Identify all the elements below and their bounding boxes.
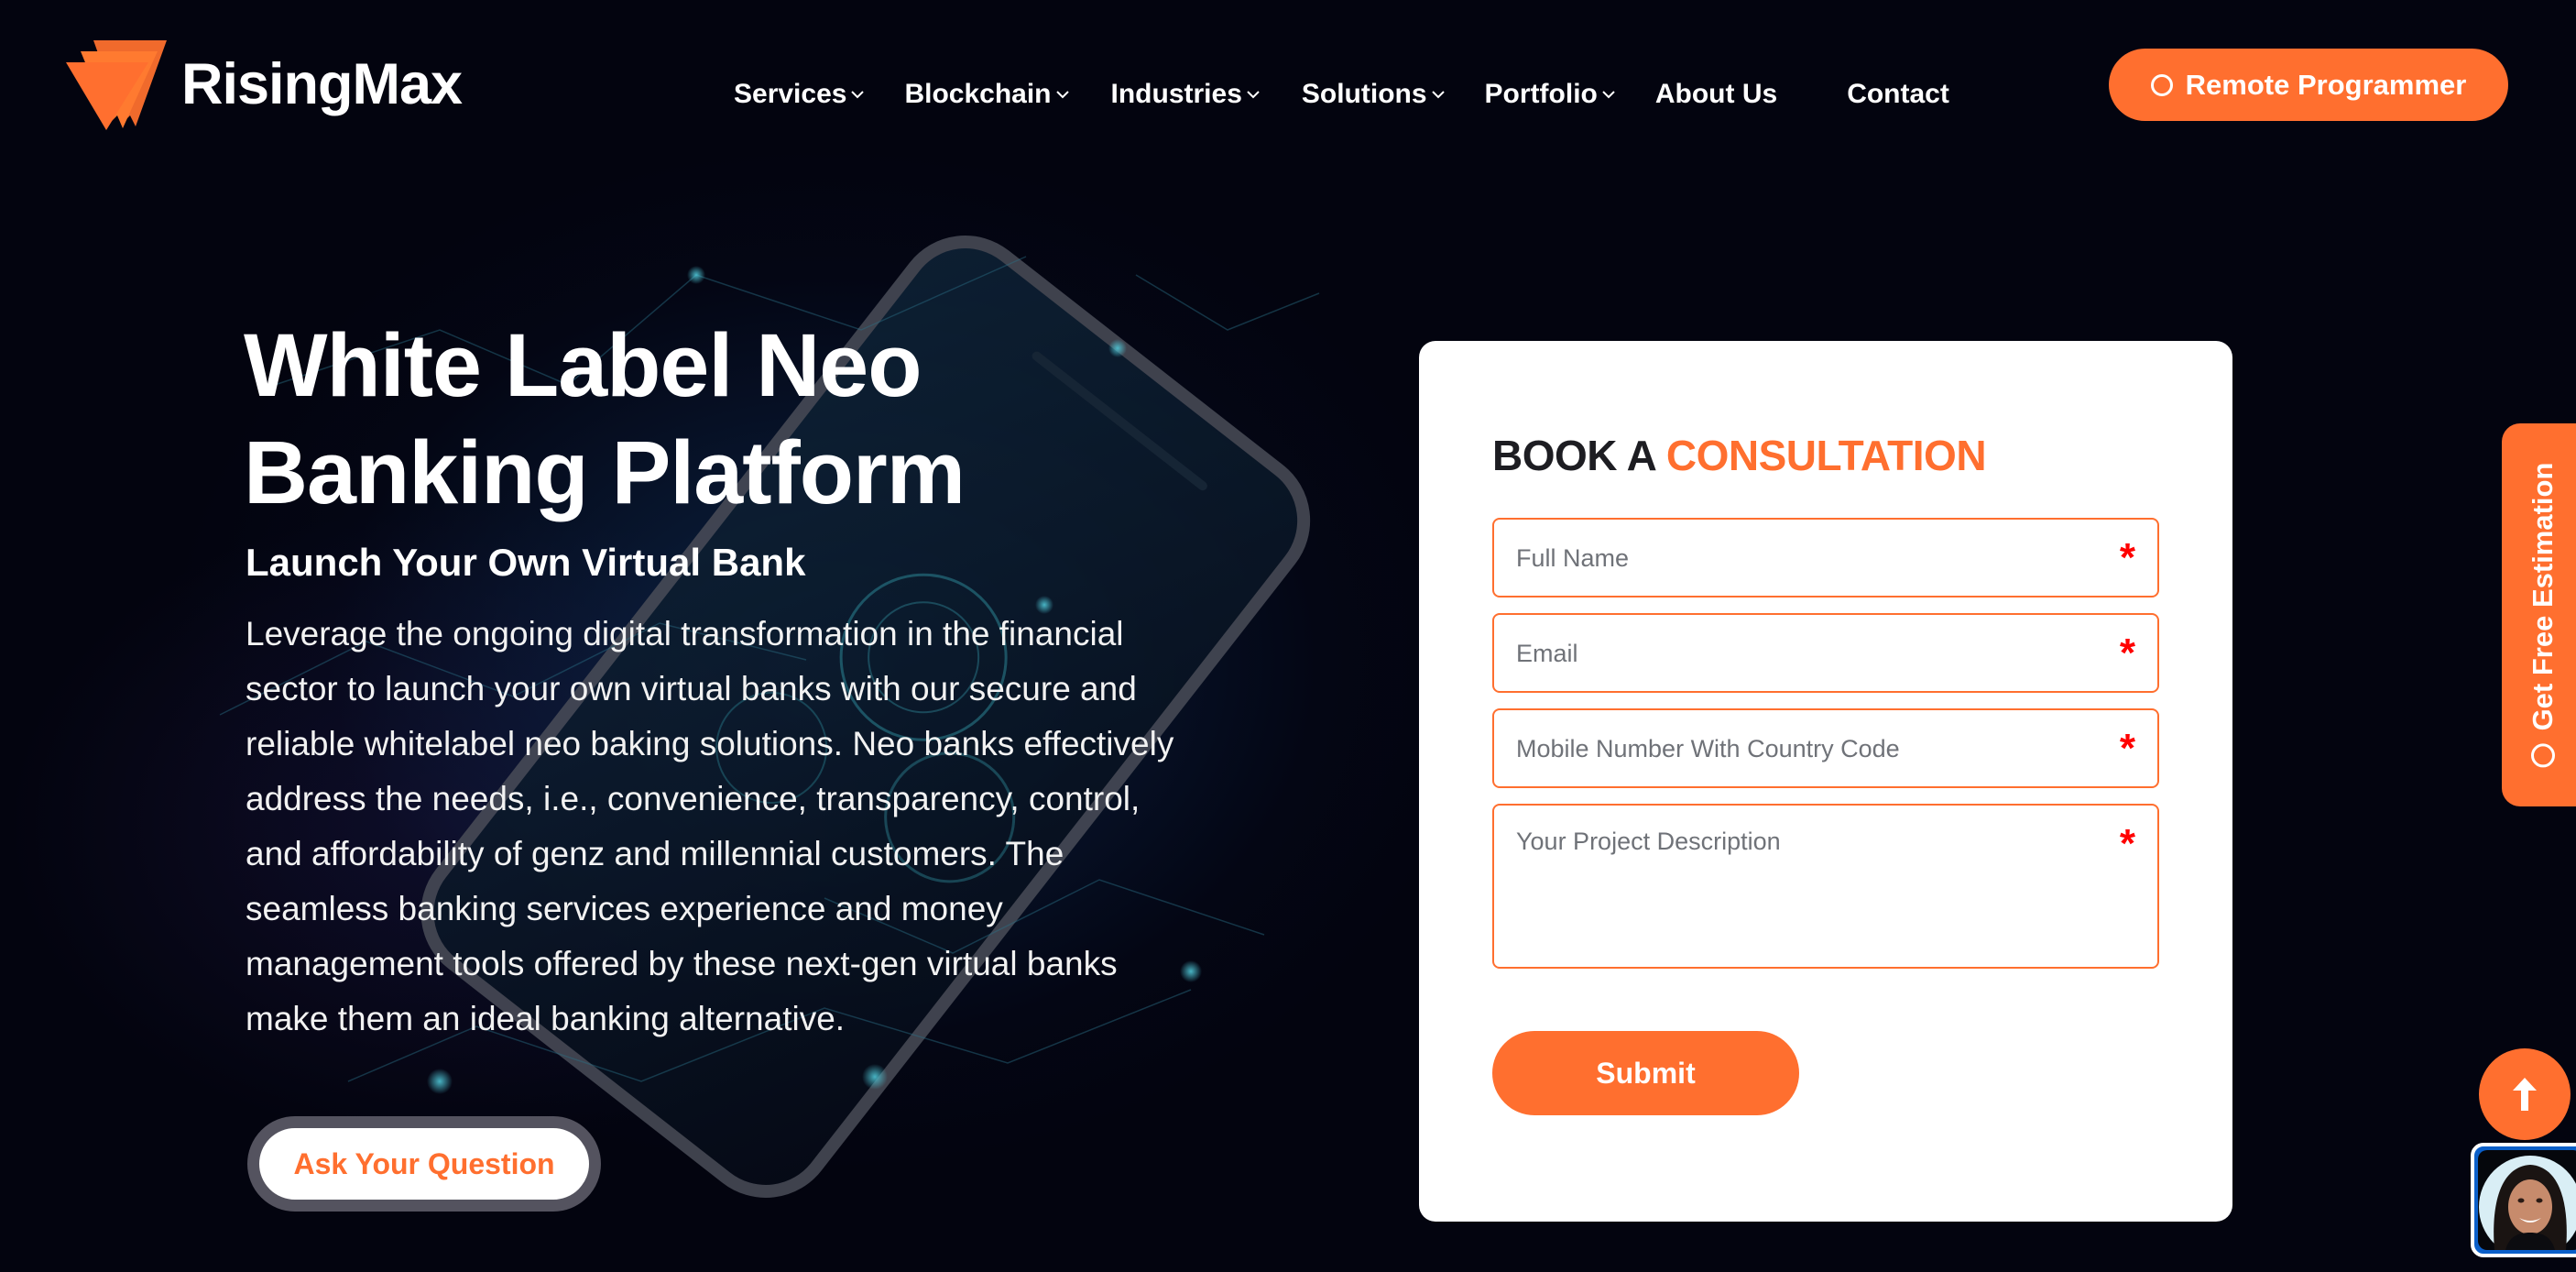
email-placeholder: Email xyxy=(1516,640,1578,667)
hero-title-line-2: Banking Platform xyxy=(244,422,966,522)
hero-description: Leverage the ongoing digital transformat… xyxy=(246,607,1299,1047)
full-name-placeholder: Full Name xyxy=(1516,544,1630,572)
circle-icon xyxy=(2150,73,2173,96)
get-free-estimation-tab[interactable]: Get Free Estimation xyxy=(2502,423,2576,806)
description-line: Leverage the ongoing digital transformat… xyxy=(246,615,1124,652)
description-line: seamless banking services experience and… xyxy=(246,890,1003,927)
nav-item-portfolio[interactable]: Portfolio xyxy=(1485,79,1615,110)
nav-item-industries[interactable]: Industries xyxy=(1111,79,1260,110)
rising-triangle-logo-icon xyxy=(66,40,167,130)
chevron-down-icon xyxy=(1602,91,1615,99)
nav-label: Solutions xyxy=(1301,79,1427,109)
description-line: address the needs, i.e., convenience, tr… xyxy=(246,780,1141,817)
side-tab-content: Get Free Estimation xyxy=(2527,463,2560,768)
brand-name: RisingMax xyxy=(181,52,463,116)
email-field[interactable]: Email * xyxy=(1492,613,2159,693)
required-asterisk-icon: * xyxy=(2119,631,2135,675)
nav-item-solutions[interactable]: Solutions xyxy=(1302,79,1445,110)
nav-label: Contact xyxy=(1847,79,1949,109)
chevron-down-icon xyxy=(1431,91,1445,99)
arrow-up-icon xyxy=(2513,1078,2537,1111)
chevron-down-icon xyxy=(851,91,865,99)
hero-title-line-1: White Label Neo xyxy=(244,315,922,415)
required-asterisk-icon: * xyxy=(2119,821,2135,866)
nav-item-about-us[interactable]: About Us xyxy=(1655,79,1777,110)
nav-label: Services xyxy=(734,79,847,109)
full-name-field[interactable]: Full Name * xyxy=(1492,518,2159,598)
project-description-placeholder: Your Project Description xyxy=(1516,828,1781,855)
description-line: management tools offered by these next-g… xyxy=(246,945,1118,982)
description-line: reliable whitelabel neo baking solutions… xyxy=(246,725,1174,762)
consultation-form-card: BOOK A CONSULTATION Full Name * Email * … xyxy=(1419,341,2232,1222)
back-to-top-button[interactable] xyxy=(2479,1048,2571,1140)
nav-item-contact[interactable]: Contact xyxy=(1847,79,1949,110)
nav-item-blockchain[interactable]: Blockchain xyxy=(904,79,1069,110)
form-title-accent: CONSULTATION xyxy=(1665,432,1987,479)
nav-item-services[interactable]: Services xyxy=(734,79,865,110)
form-title-prefix: BOOK A xyxy=(1492,432,1655,479)
hero-title: White Label Neo Banking Platform xyxy=(244,312,966,526)
chat-avatar-button[interactable] xyxy=(2471,1143,2576,1257)
mobile-number-field[interactable]: Mobile Number With Country Code * xyxy=(1492,708,2159,788)
remote-programmer-button[interactable]: Remote Programmer xyxy=(2109,49,2508,121)
chevron-down-icon xyxy=(1247,91,1260,99)
description-line: make them an ideal banking alternative. xyxy=(246,1000,846,1037)
nav-label: Blockchain xyxy=(904,79,1052,109)
nav-label: About Us xyxy=(1654,79,1778,109)
support-agent-portrait-icon xyxy=(2479,1156,2576,1250)
mobile-number-placeholder: Mobile Number With Country Code xyxy=(1516,735,1900,762)
description-line: sector to launch your own virtual banks … xyxy=(246,670,1137,707)
nav-label: Portfolio xyxy=(1484,79,1598,109)
circle-icon xyxy=(2531,743,2555,768)
ask-your-question-button[interactable]: Ask Your Question xyxy=(247,1116,601,1212)
description-line: and affordability of genz and millennial… xyxy=(246,835,1064,872)
support-agent-avatar xyxy=(2478,1150,2576,1250)
nav-label: Industries xyxy=(1110,79,1242,109)
chevron-down-icon xyxy=(1055,91,1069,99)
side-tab-label: Get Free Estimation xyxy=(2527,462,2559,731)
hero-subtitle: Launch Your Own Virtual Bank xyxy=(246,541,806,584)
main-nav: Services Blockchain Industries Solutions… xyxy=(734,71,1949,117)
required-asterisk-icon: * xyxy=(2119,726,2135,771)
submit-button[interactable]: Submit xyxy=(1492,1031,1799,1115)
remote-programmer-label: Remote Programmer xyxy=(2185,68,2467,101)
form-title: BOOK A CONSULTATION xyxy=(1492,431,1987,480)
logo[interactable]: RisingMax xyxy=(66,37,463,132)
required-asterisk-icon: * xyxy=(2119,535,2135,580)
project-description-textarea[interactable]: Your Project Description * xyxy=(1492,804,2159,969)
